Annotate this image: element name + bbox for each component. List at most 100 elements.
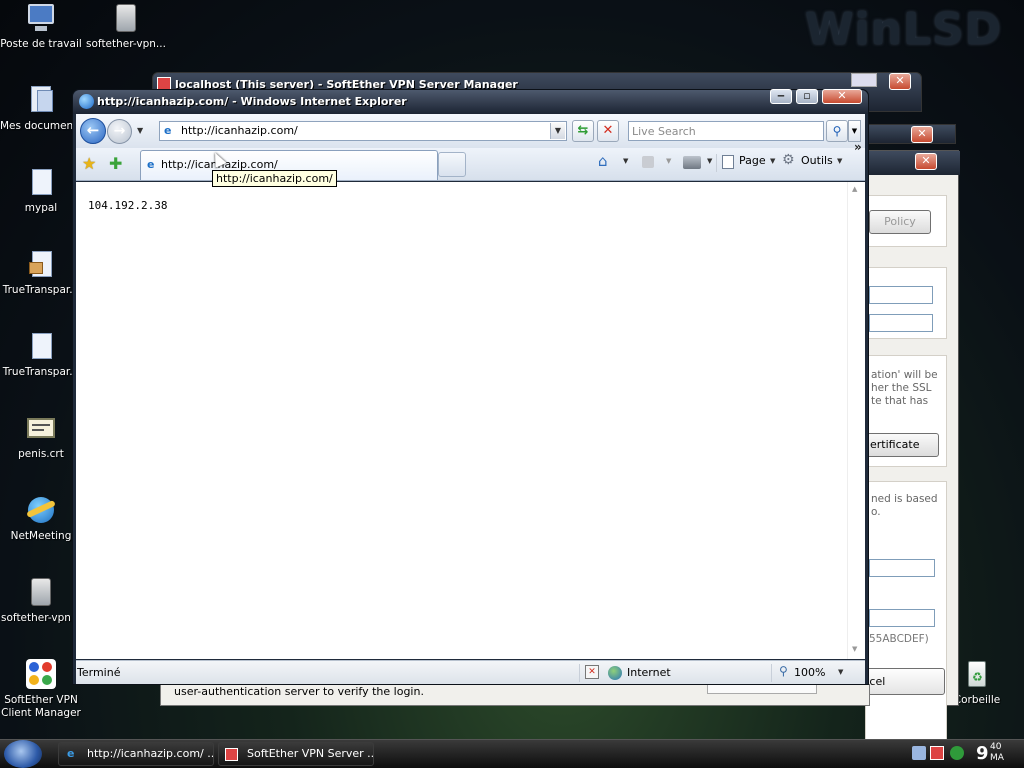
ie-window[interactable]: http://icanhazip.com/ - Windows Internet… (72, 89, 869, 685)
tools-dropdown-icon[interactable]: ▼ (837, 157, 842, 165)
network-icon[interactable] (912, 746, 926, 760)
desktop-icon-truetransparency-2[interactable]: TrueTranspar... (0, 330, 82, 378)
new-tab-button[interactable] (438, 152, 466, 177)
address-text: http://icanhazip.com/ (181, 124, 298, 137)
wallpaper-watermark: WinLSD (805, 4, 1003, 55)
desktop-icon-softether-installer-2[interactable]: softether-vpn... (0, 576, 82, 624)
username-field[interactable] (869, 286, 933, 304)
ie-page-icon: e (147, 158, 155, 171)
shortcut-icon (25, 330, 57, 362)
protected-mode-icon[interactable]: ✕ (585, 665, 599, 679)
back-button[interactable]: ← (80, 118, 106, 144)
desktop-icon-softether-client[interactable]: SoftEther VPN Client Manager (0, 658, 82, 720)
desktop-icon-netmeeting[interactable]: NetMeeting (0, 494, 82, 542)
hex-hint: 55ABCDEF) (869, 633, 929, 645)
certificate-icon (25, 412, 57, 444)
ie-logo-icon: e (67, 747, 75, 760)
softether-dialog-window-2[interactable]: ✕ (860, 124, 956, 144)
recent-pages-dropdown-icon[interactable]: ▼ (137, 126, 143, 135)
page-icon (722, 155, 734, 169)
installer-icon (110, 2, 142, 34)
search-options-dropdown[interactable]: ▼ (848, 120, 861, 142)
feeds-dropdown-icon[interactable]: ▼ (666, 157, 671, 165)
softether-dialog-bottom: user-authentication server to verify the… (160, 676, 870, 706)
taskbar-item-label: SoftEther VPN Server ... (247, 747, 374, 760)
zoom-dropdown-icon[interactable]: ▼ (838, 668, 843, 676)
page-menu-label[interactable]: Page (739, 154, 766, 167)
scroll-up-icon[interactable]: ▲ (852, 185, 857, 193)
desktop-icon-label: NetMeeting (10, 530, 72, 542)
ie-page-icon: e (164, 124, 172, 137)
close-button[interactable]: ✕ (911, 126, 933, 143)
clock[interactable]: 9 40 MA (974, 742, 1020, 766)
policy-button[interactable]: Policy (869, 210, 931, 234)
certificate-button[interactable]: ertificate (865, 433, 939, 457)
system-tray (908, 743, 972, 763)
search-icon[interactable]: ⚲ (826, 120, 848, 142)
scroll-down-icon[interactable]: ▼ (852, 645, 857, 653)
ie-window-title: http://icanhazip.com/ - Windows Internet… (97, 95, 407, 108)
ip-address-text: 104.192.2.38 (88, 199, 168, 212)
desktop-icon-my-documents[interactable]: Mes documents (0, 84, 82, 132)
softether-client-icon (25, 658, 57, 690)
clock-hour: 9 (976, 743, 989, 764)
taskbar-item-ie[interactable]: e http://icanhazip.com/ ... (58, 742, 214, 766)
desktop-icon-my-computer[interactable]: Poste de travail (0, 2, 82, 50)
search-input[interactable]: Live Search (628, 121, 824, 141)
desktop-icon-softether-installer[interactable]: softether-vpn... (85, 2, 167, 50)
stop-button[interactable]: ✕ (597, 120, 619, 142)
based-text-line: o. (871, 506, 881, 518)
hex-field[interactable] (869, 609, 935, 627)
page-dropdown-icon[interactable]: ▼ (770, 157, 775, 165)
security-tray-icon[interactable] (950, 746, 964, 760)
chevron-more-icon[interactable]: » (854, 140, 862, 154)
desktop-icon-truetransparency-1[interactable]: TrueTranspar... (0, 248, 82, 296)
print-dropdown-icon[interactable]: ▼ (707, 157, 712, 165)
minimize-button[interactable] (851, 73, 877, 87)
favorites-star-icon[interactable]: ★ (82, 154, 96, 173)
address-dropdown-button[interactable]: ▼ (550, 123, 565, 139)
tools-menu-label[interactable]: Outils (801, 154, 833, 167)
address-bar[interactable]: e http://icanhazip.com/ ▼ (159, 121, 567, 141)
maximize-button[interactable]: ▫ (796, 89, 818, 104)
feeds-icon[interactable] (642, 156, 654, 168)
close-button[interactable]: ✕ (915, 153, 937, 170)
vertical-scrollbar[interactable]: ▲ ▼ (847, 182, 864, 659)
ssl-text-line: te that has (871, 395, 929, 407)
add-favorites-icon[interactable]: ✚ (109, 154, 122, 173)
zoom-level[interactable]: 100% (794, 666, 825, 679)
print-icon[interactable] (683, 156, 701, 169)
archive-icon (25, 248, 57, 280)
minimize-button[interactable]: ‒ (770, 89, 792, 104)
ssl-text-line: her the SSL (871, 382, 932, 394)
internet-zone-icon (608, 666, 622, 680)
status-text: Terminé (77, 666, 121, 679)
forward-button[interactable]: → (107, 119, 132, 144)
softether-tray-icon[interactable] (930, 746, 944, 760)
close-button[interactable]: ✕ (822, 89, 862, 104)
zone-label[interactable]: Internet (627, 666, 671, 679)
home-icon[interactable]: ⌂ (598, 152, 608, 170)
desktop-icon-label: penis.crt (18, 448, 64, 460)
softether-dialog-window[interactable]: ✕ Policy ation' will be her the SSL te t… (837, 150, 960, 768)
refresh-button[interactable]: ⇆ (572, 120, 594, 142)
gear-icon: ⚙ (782, 152, 795, 168)
server-field[interactable] (869, 559, 935, 577)
taskbar-item-softether[interactable]: SoftEther VPN Server ... (218, 742, 374, 766)
password-field[interactable] (869, 314, 933, 332)
desktop-icon-label: softether-vpn... (86, 38, 166, 50)
desktop-icon-label: SoftEther VPN Client Manager (1, 694, 81, 719)
ssl-text-line: ation' will be (871, 369, 938, 381)
documents-icon (25, 84, 57, 116)
tab-tooltip: http://icanhazip.com/ (212, 170, 337, 187)
close-button[interactable]: ✕ (889, 73, 911, 90)
start-button[interactable] (4, 740, 42, 768)
desktop-icon-label: Poste de travail (0, 38, 82, 50)
desktop-icon-label: softether-vpn... (1, 612, 81, 624)
home-dropdown-icon[interactable]: ▼ (623, 157, 628, 165)
desktop-icon-label: TrueTranspar... (2, 284, 80, 296)
desktop-icon-certificate[interactable]: penis.crt (0, 412, 82, 460)
desktop-icon-mypal[interactable]: mypal (0, 166, 82, 214)
recycle-bin-icon: ♻ (961, 658, 993, 690)
netmeeting-icon (25, 494, 57, 526)
